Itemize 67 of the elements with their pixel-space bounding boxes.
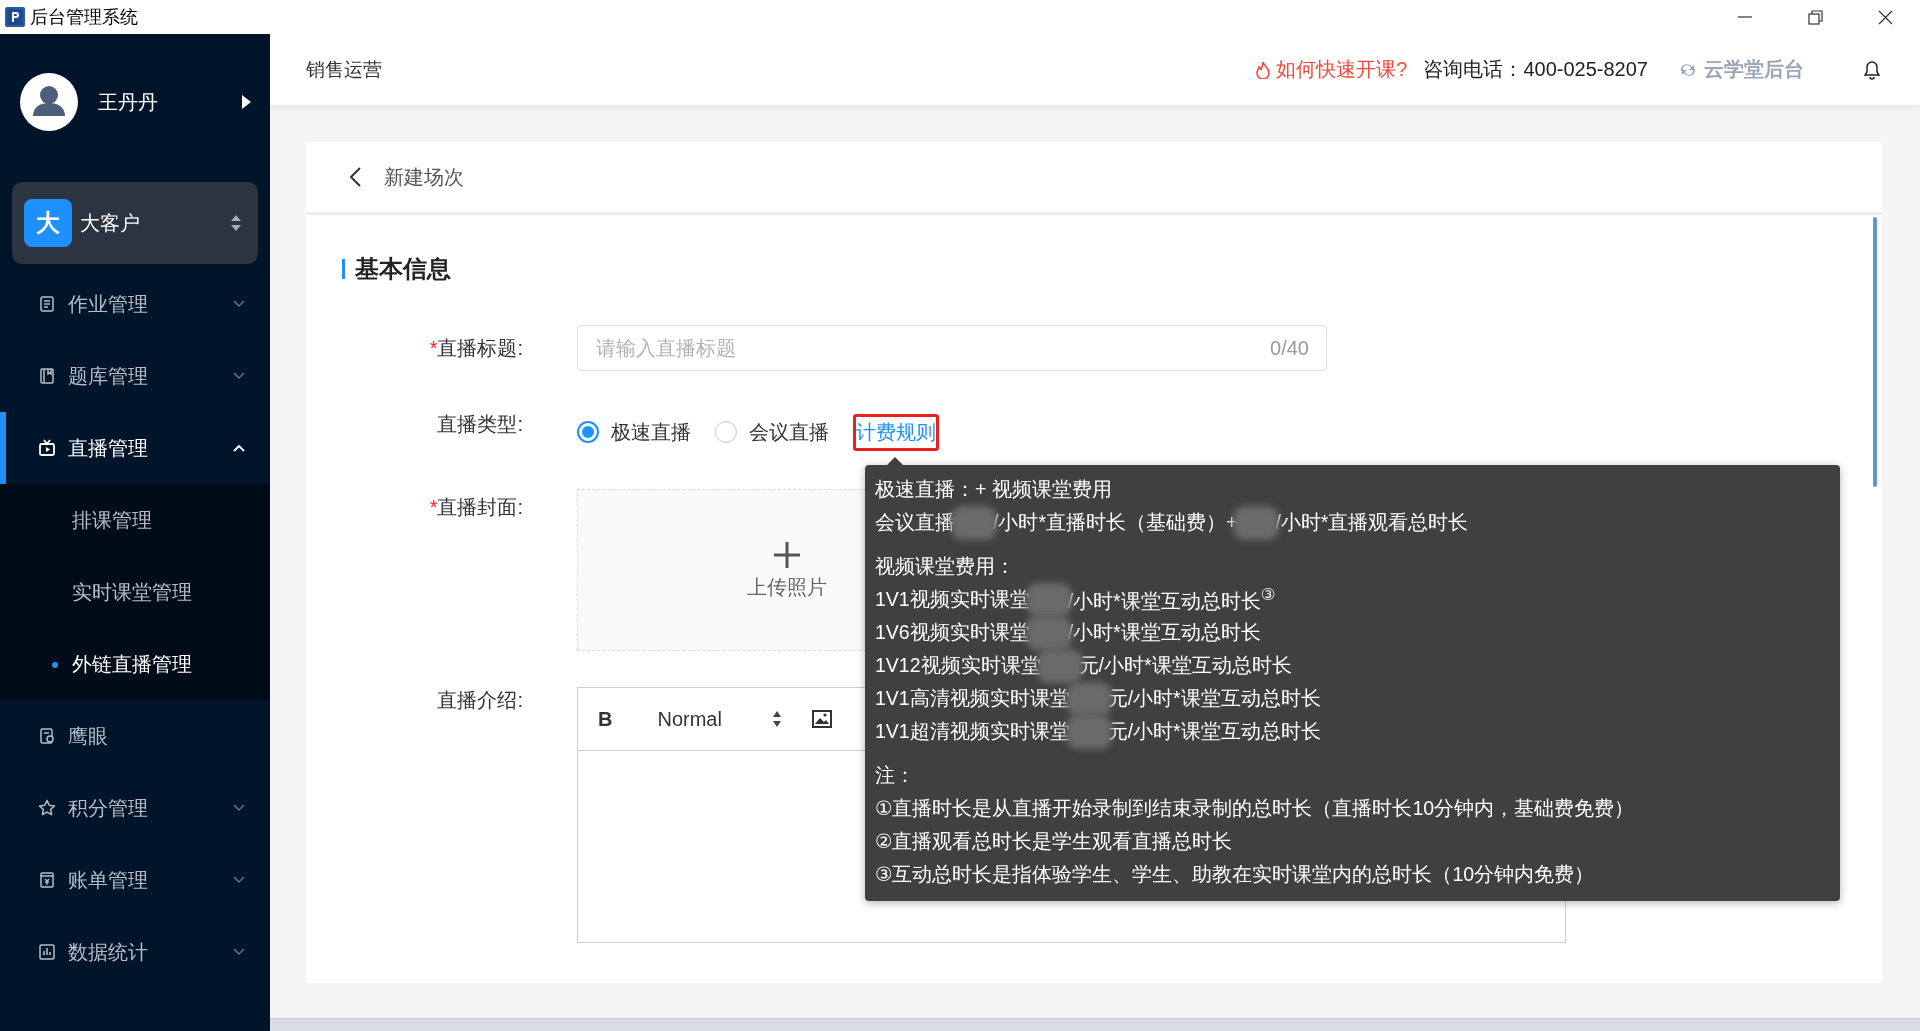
format-select[interactable]: Normal	[657, 707, 783, 731]
field-label: 直播类型:	[436, 412, 523, 437]
user-name: 王丹丹	[98, 89, 159, 115]
radio-circle[interactable]	[715, 421, 737, 443]
tooltip-text: 元/小时*课堂互动总时长	[1107, 686, 1321, 711]
close-icon	[1877, 9, 1893, 25]
tooltip-text: ②直播观看总时长是学生观看直播总时长	[875, 829, 1233, 854]
app-icon	[5, 7, 25, 27]
file-eye-icon	[38, 727, 56, 745]
refresh-icon	[1678, 61, 1698, 78]
star-icon	[38, 799, 56, 817]
tooltip-text: ①直播时长是从直播开始录制到结束录制的总时长（直播时长10分钟内，基础费免费）	[875, 796, 1635, 821]
page-title: 新建场次	[384, 164, 464, 190]
radio-option[interactable]: 极速直播	[577, 418, 691, 446]
menu-item[interactable]: 积分管理	[0, 772, 270, 844]
menu-item[interactable]: 作业管理	[0, 268, 270, 340]
field-label: *直播封面:	[428, 495, 523, 520]
menu-item[interactable]: 账单管理	[0, 844, 270, 916]
tooltip-text: /小时*课堂互动总时长$^{③}$	[1067, 584, 1276, 614]
submenu-item[interactable]: 实时课堂管理	[0, 556, 270, 628]
field-label: *直播标题:	[428, 336, 523, 361]
scrollbar-thumb[interactable]	[1873, 217, 1877, 487]
tooltip-text: /小时*直播观看总时长	[1275, 510, 1469, 535]
submenu-item[interactable]: 外链直播管理	[0, 628, 270, 700]
chart-icon	[38, 943, 56, 961]
flame-icon	[1256, 60, 1271, 79]
restore-icon	[1807, 9, 1823, 25]
account-badge: 大	[24, 199, 72, 247]
avatar-icon	[20, 73, 78, 131]
tooltip-text: /小时*课堂互动总时长	[1067, 620, 1261, 645]
sort-icon	[772, 710, 783, 728]
bold-button[interactable]: B	[598, 707, 613, 731]
phone-number: 咨询电话：400-025-8207	[1423, 57, 1648, 82]
submenu-item[interactable]: 排课管理	[0, 484, 270, 556]
tooltip-text: 会议直播	[875, 510, 955, 535]
radio-circle[interactable]	[577, 421, 599, 443]
receipt-icon	[38, 871, 56, 889]
book-icon	[38, 367, 56, 385]
section-heading: 基本信息	[355, 254, 451, 284]
sort-icon	[230, 213, 242, 233]
section-title: 销售运营	[306, 57, 383, 82]
menu-item[interactable]: 数据统计	[0, 916, 270, 988]
character-counter: 0/40	[1270, 337, 1309, 359]
bell-icon[interactable]	[1864, 59, 1880, 80]
image-icon[interactable]	[812, 710, 833, 728]
section-marker	[342, 259, 345, 279]
tv-icon	[38, 439, 56, 457]
tooltip-text: 1V1高清视频实时课堂	[875, 686, 1070, 711]
tooltip-text: 元/小时*课堂互动总时长	[1078, 653, 1292, 678]
tooltip-text: 1V12视频实时课堂	[875, 653, 1041, 678]
window-title: 后台管理系统	[30, 6, 138, 29]
help-link[interactable]: 如何快速开课?	[1256, 56, 1408, 83]
minimize-icon	[1738, 16, 1752, 18]
document-icon	[38, 295, 56, 313]
caret-icon[interactable]	[240, 94, 252, 110]
menu-item[interactable]: 鹰眼	[0, 700, 270, 772]
radio-option[interactable]: 会议直播	[715, 418, 829, 446]
back-icon[interactable]	[348, 166, 362, 188]
tooltip-text: 1V1超清视频实时课堂	[875, 719, 1070, 744]
tooltip-text: 元/小时*课堂互动总时长	[1107, 719, 1321, 744]
selected-dot	[52, 662, 58, 668]
tooltip-text: ③互动总时长是指体验学生、学生、助教在实时课堂内的总时长（10分钟内免费）	[875, 862, 1595, 887]
account-switcher[interactable]: 大 大客户	[12, 182, 258, 264]
menu-item[interactable]: 题库管理	[0, 340, 270, 412]
plus-icon	[772, 539, 802, 570]
field-label: 直播介绍:	[436, 688, 523, 713]
tooltip-text: 注：	[875, 763, 915, 788]
